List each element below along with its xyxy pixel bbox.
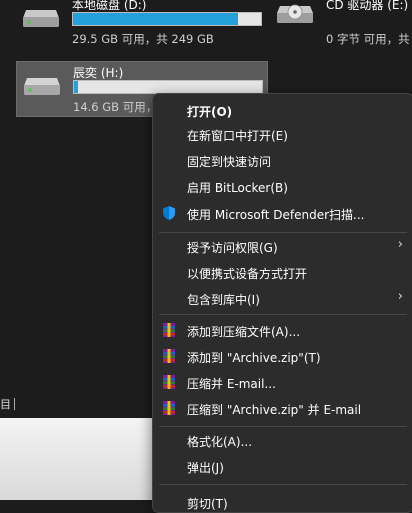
drive-space: 0 字节 可用，共 <box>326 32 410 46</box>
drive-usage-bar <box>73 80 263 94</box>
defender-shield-icon <box>163 206 175 220</box>
status-bar-text: 目 <box>0 398 11 411</box>
menu-item-pin-quick-access[interactable]: 固定到快速访问 <box>153 148 412 174</box>
cd-drive-icon <box>277 4 313 23</box>
menu-item-open[interactable]: 打开(O) <box>153 98 412 124</box>
drive-usage-fill <box>73 13 239 25</box>
menu-item-label: 授予访问权限(G) <box>187 241 278 255</box>
menu-item-label: 使用 Microsoft Defender扫描... <box>187 208 365 222</box>
drive-name: CD 驱动器 (E:) 外 <box>326 0 412 12</box>
menu-item-eject[interactable]: 弹出(J) <box>153 454 412 480</box>
drive-usage-fill <box>74 81 78 93</box>
drive-space: 14.6 GB 可用， <box>73 100 158 114</box>
winrar-icon <box>163 323 175 337</box>
winrar-icon <box>163 375 175 389</box>
context-menu: 打开(O) 在新窗口中打开(E) 固定到快速访问 启用 BitLocker(B)… <box>152 93 412 513</box>
menu-separator <box>159 426 407 427</box>
chevron-right-icon: › <box>397 237 403 252</box>
winrar-icon <box>163 401 175 415</box>
chevron-right-icon: › <box>397 289 403 304</box>
menu-item-cut[interactable]: 剪切(T) <box>153 490 412 512</box>
drive-d[interactable]: 本地磁盘 (D:) 29.5 GB 可用，共 249 GB <box>16 0 266 48</box>
menu-item-label: 格式化(A)... <box>187 435 253 449</box>
menu-item-label: 包含到库中(I) <box>187 293 260 307</box>
menu-item-add-to-zip[interactable]: 添加到 "Archive.zip"(T) <box>153 344 412 370</box>
menu-item-label: 添加到 "Archive.zip"(T) <box>187 351 321 365</box>
menu-item-open-new-window[interactable]: 在新窗口中打开(E) <box>153 122 412 148</box>
menu-item-label: 剪切(T) <box>187 497 228 511</box>
drive-name: 辰奕 (H:) <box>73 66 124 80</box>
menu-separator <box>159 484 407 485</box>
menu-item-label: 启用 BitLocker(B) <box>187 181 288 195</box>
menu-item-open-portable[interactable]: 以便携式设备方式打开 <box>153 260 412 286</box>
menu-item-label: 弹出(J) <box>187 461 224 475</box>
menu-item-label: 压缩到 "Archive.zip" 并 E-mail <box>187 403 362 417</box>
menu-item-add-to-archive[interactable]: 添加到压缩文件(A)... <box>153 318 412 344</box>
menu-item-format[interactable]: 格式化(A)... <box>153 428 412 454</box>
menu-item-label: 以便携式设备方式打开 <box>187 267 308 281</box>
drive-e[interactable]: CD 驱动器 (E:) 外 0 字节 可用，共 <box>270 0 412 48</box>
drive-space: 29.5 GB 可用，共 249 GB <box>72 32 214 46</box>
menu-item-compress-email[interactable]: 压缩并 E-mail... <box>153 370 412 396</box>
menu-item-label: 打开(O) <box>187 105 233 119</box>
menu-item-bitlocker[interactable]: 启用 BitLocker(B) <box>153 174 412 200</box>
menu-item-label: 压缩并 E-mail... <box>187 377 276 391</box>
menu-item-label: 在新窗口中打开(E) <box>187 129 288 143</box>
menu-item-label: 固定到快速访问 <box>187 155 272 169</box>
status-bar-divider <box>14 398 15 410</box>
menu-item-include-library[interactable]: 包含到库中(I) › <box>153 286 412 312</box>
menu-item-defender-scan[interactable]: 使用 Microsoft Defender扫描... <box>153 201 412 227</box>
winrar-icon <box>163 349 175 363</box>
menu-item-compress-zip-email[interactable]: 压缩到 "Archive.zip" 并 E-mail <box>153 396 412 422</box>
drive-usage-bar <box>72 12 262 26</box>
hard-drive-icon <box>24 78 60 95</box>
menu-separator <box>159 232 407 233</box>
hard-drive-icon <box>23 10 59 27</box>
menu-item-label: 添加到压缩文件(A)... <box>187 325 301 339</box>
menu-separator <box>159 314 407 315</box>
menu-item-grant-access[interactable]: 授予访问权限(G) › <box>153 234 412 260</box>
